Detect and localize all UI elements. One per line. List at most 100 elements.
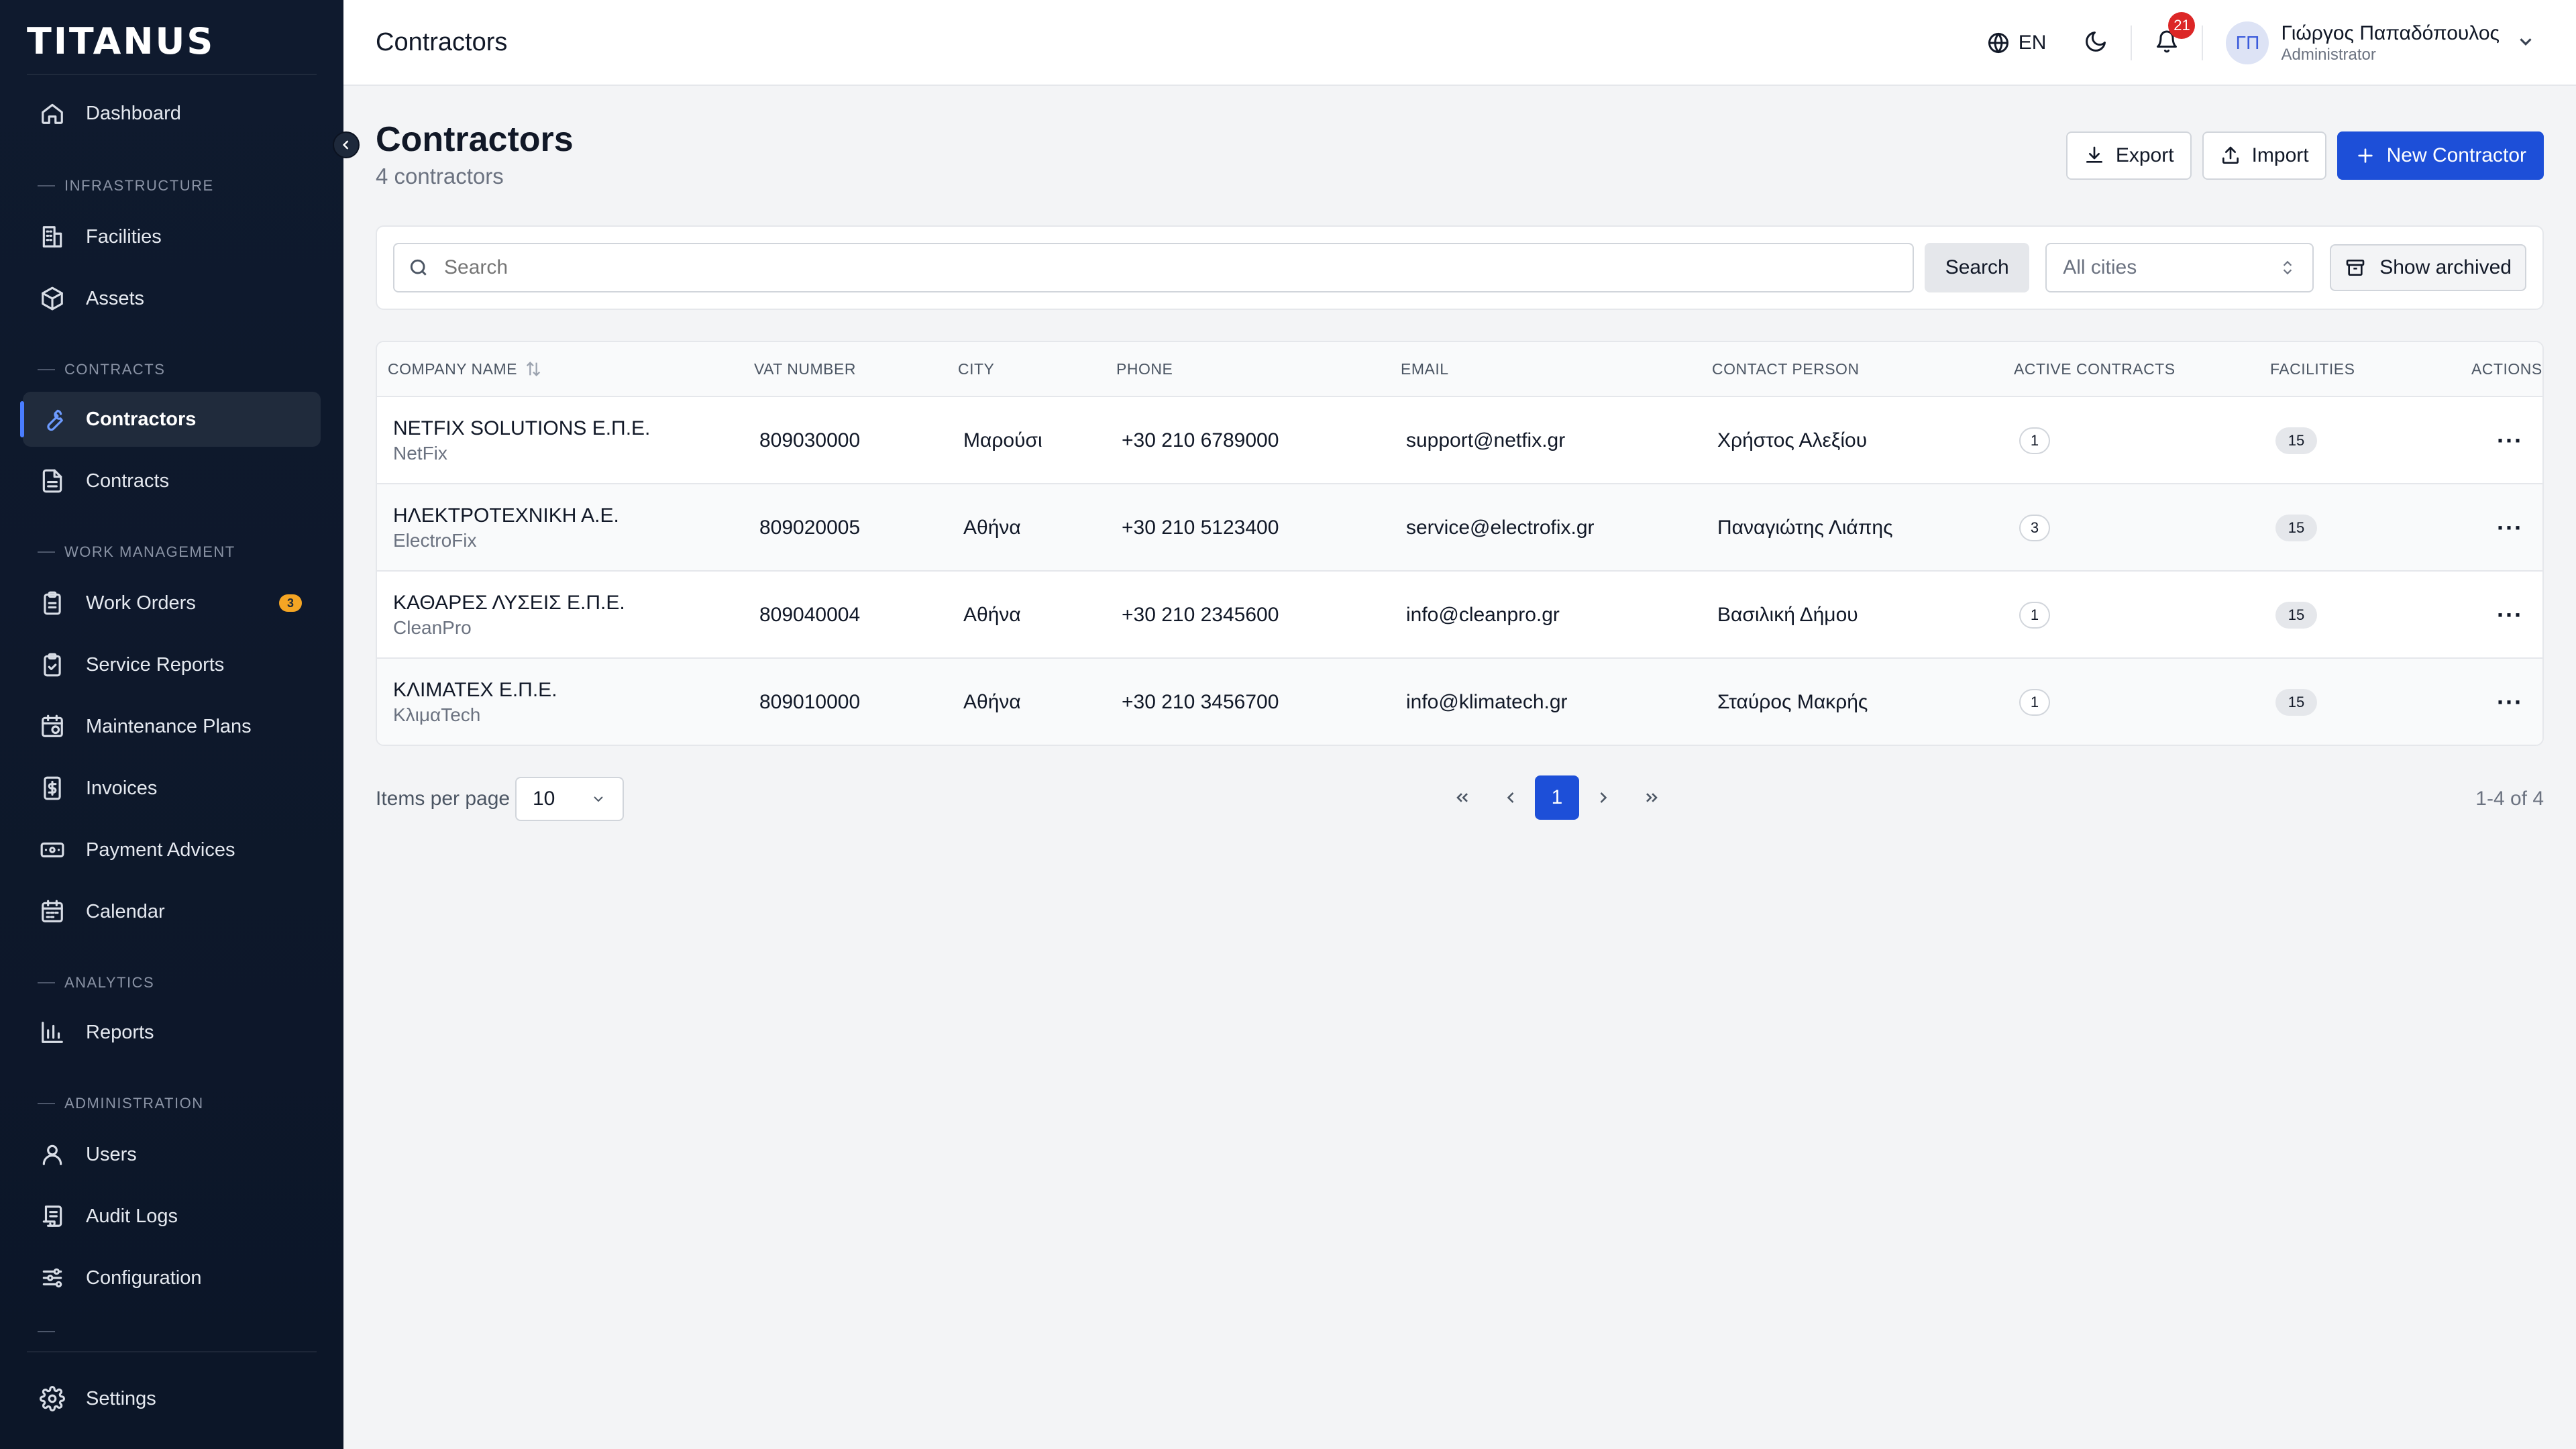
user-role: Administrator bbox=[2281, 46, 2376, 64]
sidebar-item-work-orders[interactable]: Work Orders 3 bbox=[23, 576, 321, 631]
table-row[interactable]: ΚΑΘΑΡΕΣ ΛΥΣΕΙΣ Ε.Π.Ε. CleanPro 809040004… bbox=[377, 572, 2542, 659]
sidebar-item-label: Invoices bbox=[86, 777, 158, 799]
archive-icon bbox=[2346, 260, 2365, 276]
section-administration: ADMINISTRATION bbox=[38, 1095, 204, 1112]
previous-page-button[interactable] bbox=[1487, 775, 1535, 820]
company-name: ΚΛΙΜΑΤΕΧ Ε.Π.Ε. bbox=[393, 679, 557, 701]
row-actions-button[interactable]: ··· bbox=[2497, 397, 2523, 484]
sidebar-item-configuration[interactable]: Configuration bbox=[23, 1250, 321, 1305]
next-page-button[interactable] bbox=[1579, 775, 1627, 820]
sidebar-item-payment-advices[interactable]: Payment Advices bbox=[23, 822, 321, 877]
show-archived-button[interactable]: Show archived bbox=[2330, 244, 2526, 291]
sidebar-item-label: Users bbox=[86, 1143, 137, 1165]
theme-toggle-button[interactable] bbox=[2084, 30, 2108, 57]
sidebar-item-label: Work Orders bbox=[86, 592, 196, 614]
column-header-actions: ACTIONS bbox=[2471, 360, 2542, 378]
column-header-phone: PHONE bbox=[1116, 360, 1173, 378]
import-button[interactable]: Import bbox=[2202, 131, 2326, 180]
sidebar-item-users[interactable]: Users bbox=[23, 1127, 321, 1182]
calendar-icon bbox=[39, 898, 66, 925]
invoice-icon bbox=[39, 775, 66, 802]
email-cell: support@netfix.gr bbox=[1406, 429, 1566, 451]
sidebar-item-label: Facilities bbox=[86, 225, 162, 248]
divider bbox=[38, 1331, 55, 1332]
first-page-button[interactable] bbox=[1438, 775, 1487, 820]
company-name: NETFIX SOLUTIONS Ε.Π.Ε. bbox=[393, 417, 651, 439]
work-orders-badge: 3 bbox=[279, 594, 302, 612]
sidebar-item-assets[interactable]: Assets bbox=[23, 271, 321, 326]
contact-cell: Σταύρος Μακρής bbox=[1717, 691, 1868, 713]
company-short-name: ElectroFix bbox=[393, 530, 477, 551]
items-per-page-value: 10 bbox=[533, 788, 555, 810]
clipboard-check-icon bbox=[39, 651, 66, 678]
last-page-button[interactable] bbox=[1627, 775, 1676, 820]
sidebar-item-contracts[interactable]: Contracts bbox=[23, 453, 321, 508]
phone-cell: +30 210 2345600 bbox=[1122, 604, 1279, 626]
city-cell: Μαρούσι bbox=[963, 429, 1042, 451]
chevron-right-icon bbox=[1600, 792, 1607, 803]
column-header-vat-number: VAT NUMBER bbox=[754, 360, 856, 378]
search-icon bbox=[410, 259, 427, 276]
vat-cell: 809010000 bbox=[759, 691, 861, 713]
row-actions-button[interactable]: ··· bbox=[2497, 484, 2523, 572]
active-contracts-badge: 3 bbox=[2019, 515, 2050, 541]
page-1-button[interactable]: 1 bbox=[1535, 775, 1579, 820]
export-button[interactable]: Export bbox=[2065, 131, 2192, 180]
sidebar-item-maintenance-plans[interactable]: Maintenance Plans bbox=[23, 699, 321, 754]
sidebar-item-contractors[interactable]: Contractors bbox=[20, 392, 321, 447]
sidebar-item-calendar[interactable]: Calendar bbox=[23, 884, 321, 939]
items-per-page-label: Items per page bbox=[376, 788, 511, 810]
sidebar-item-invoices[interactable]: Invoices bbox=[23, 761, 321, 816]
user-menu[interactable]: ΓΠ Γιώργος Παπαδόπουλος Administrator bbox=[2226, 21, 2536, 64]
facilities-badge: 15 bbox=[2275, 602, 2317, 629]
divider bbox=[2202, 25, 2204, 60]
new-contractor-button[interactable]: New Contractor bbox=[2337, 131, 2544, 180]
brand-logo: TITANUS bbox=[27, 20, 215, 62]
search-button[interactable]: Search bbox=[1925, 243, 2030, 292]
chevrons-up-down-icon bbox=[2284, 260, 2292, 275]
chevron-left-icon bbox=[342, 140, 349, 150]
document-icon bbox=[39, 468, 66, 494]
column-header-label: COMPANY NAME bbox=[388, 360, 518, 378]
collapse-sidebar-button[interactable] bbox=[333, 131, 360, 158]
box-icon bbox=[39, 285, 66, 312]
sidebar-item-reports[interactable]: Reports bbox=[23, 1005, 321, 1060]
home-icon bbox=[39, 100, 66, 127]
company-short-name: ΚλιμαTech bbox=[393, 704, 481, 725]
table-row[interactable]: ΚΛΙΜΑΤΕΧ Ε.Π.Ε. ΚλιμαTech 809010000 Αθήν… bbox=[377, 659, 2542, 745]
facilities-badge: 15 bbox=[2275, 689, 2317, 716]
sidebar-item-label: Reports bbox=[86, 1021, 154, 1043]
column-header-company-name[interactable]: COMPANY NAME bbox=[388, 360, 543, 378]
row-actions-button[interactable]: ··· bbox=[2497, 572, 2523, 659]
table-row[interactable]: NETFIX SOLUTIONS Ε.Π.Ε. NetFix 809030000… bbox=[377, 397, 2542, 484]
sliders-icon bbox=[39, 1265, 66, 1291]
row-actions-button[interactable]: ··· bbox=[2497, 659, 2523, 745]
phone-cell: +30 210 5123400 bbox=[1122, 517, 1279, 539]
sidebar-item-audit-logs[interactable]: Audit Logs bbox=[23, 1189, 321, 1244]
email-cell: info@klimatech.gr bbox=[1406, 691, 1568, 713]
avatar: ΓΠ bbox=[2226, 21, 2269, 64]
city-select[interactable]: All cities bbox=[2045, 243, 2314, 292]
sidebar-item-service-reports[interactable]: Service Reports bbox=[23, 637, 321, 692]
vat-cell: 809040004 bbox=[759, 604, 861, 626]
pagination: Items per page 10 1 1-4 of 4 bbox=[376, 775, 2544, 822]
sidebar-item-dashboard[interactable]: Dashboard bbox=[23, 86, 321, 141]
moon-icon bbox=[2086, 31, 2106, 52]
sidebar-item-settings[interactable]: Settings bbox=[23, 1371, 321, 1426]
pager: 1 bbox=[1438, 775, 1676, 820]
items-per-page-select[interactable]: 10 bbox=[515, 777, 624, 821]
chevron-left-icon bbox=[1507, 792, 1514, 803]
column-header-active-contracts: ACTIVE CONTRACTS bbox=[2014, 360, 2176, 378]
phone-cell: +30 210 3456700 bbox=[1122, 691, 1279, 713]
sidebar-item-facilities[interactable]: Facilities bbox=[23, 209, 321, 264]
contact-cell: Παναγιώτης Λιάπης bbox=[1717, 517, 1893, 539]
phone-cell: +30 210 6789000 bbox=[1122, 429, 1279, 451]
language-switcher[interactable]: EN bbox=[1986, 31, 2046, 55]
new-contractor-label: New Contractor bbox=[2386, 144, 2526, 166]
company-cell: ΚΑΘΑΡΕΣ ΛΥΣΕΙΣ Ε.Π.Ε. CleanPro bbox=[393, 572, 625, 659]
notifications-button[interactable]: 21 bbox=[2155, 11, 2196, 57]
table-row[interactable]: ΗΛΕΚΤΡΟΤΕΧΝΙΚΗ Α.Ε. ElectroFix 809020005… bbox=[377, 484, 2542, 572]
company-cell: ΗΛΕΚΤΡΟΤΕΧΝΙΚΗ Α.Ε. ElectroFix bbox=[393, 484, 619, 572]
search-input[interactable] bbox=[444, 256, 1913, 279]
download-icon bbox=[2086, 146, 2102, 163]
